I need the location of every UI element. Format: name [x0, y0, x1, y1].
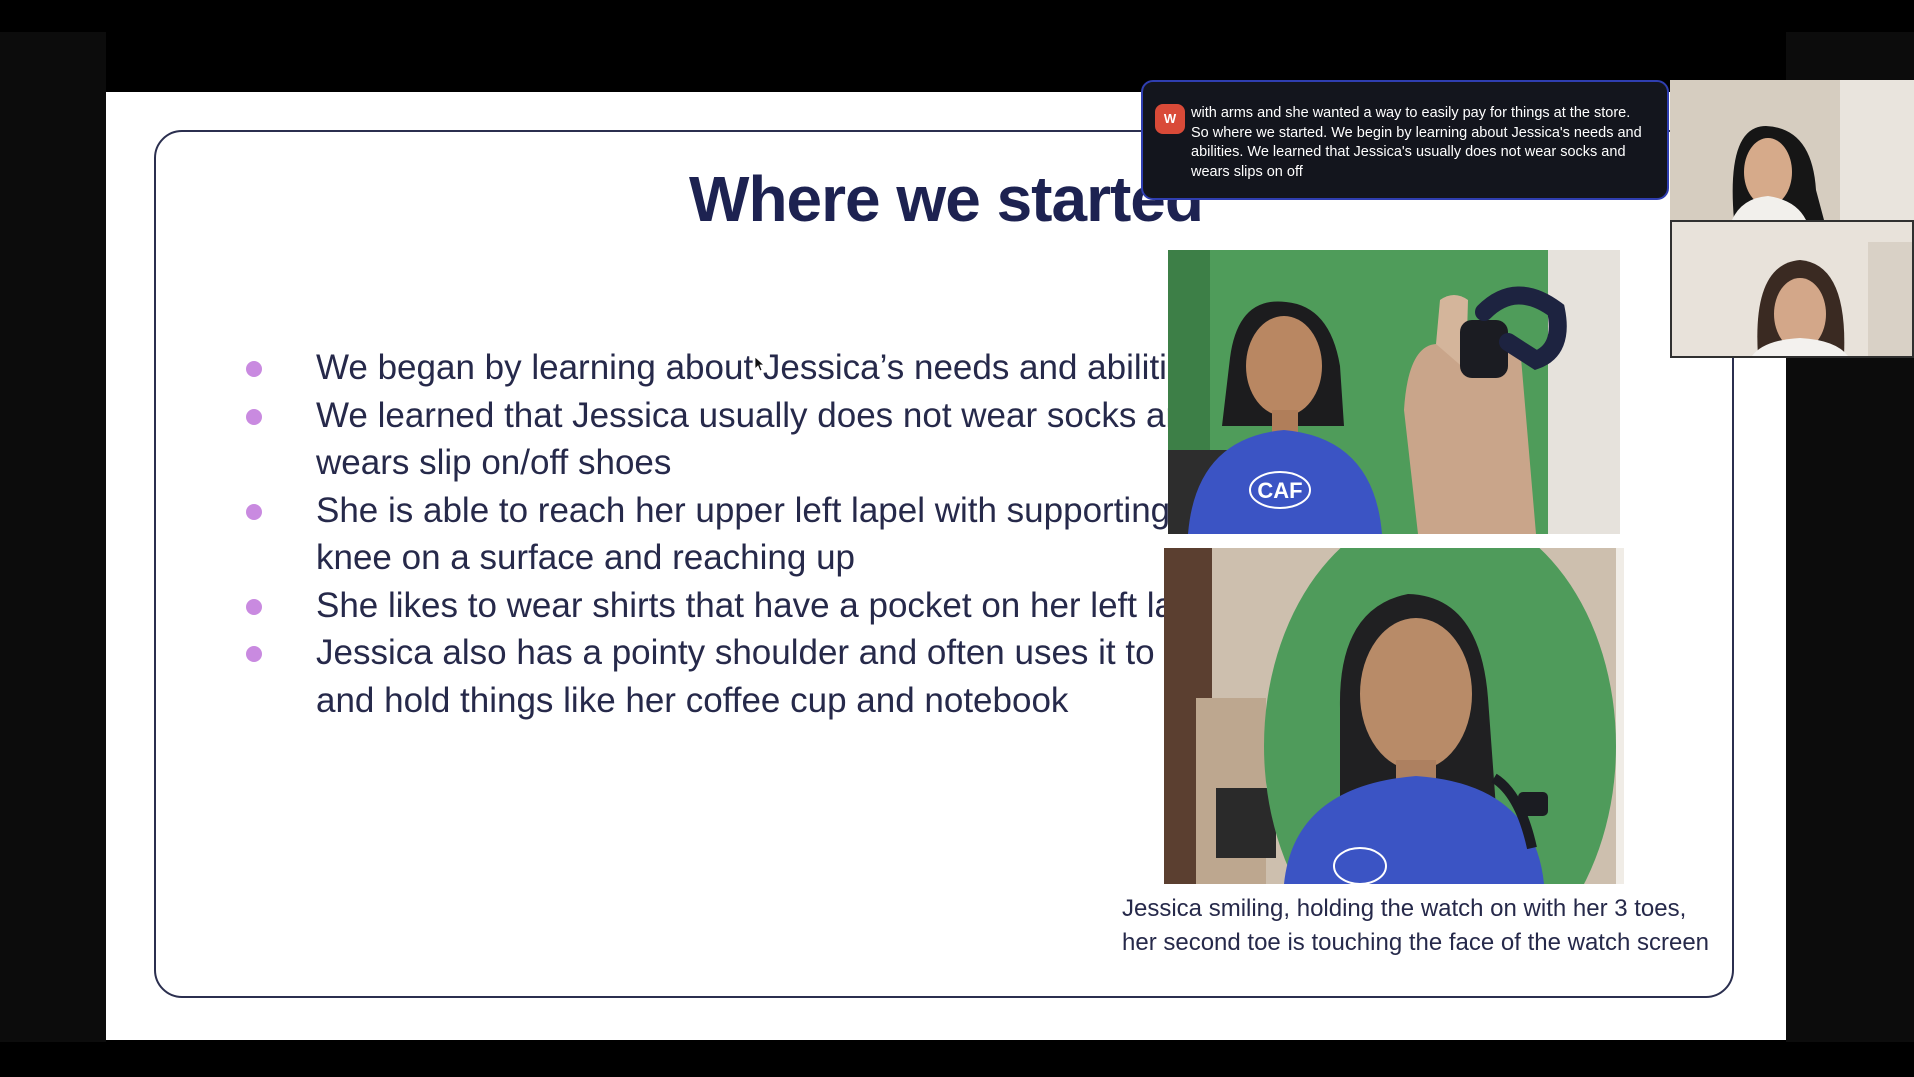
shirt-logo-text: CAF	[1257, 478, 1302, 503]
bullet-text: She likes to wear shirts that have a poc…	[316, 585, 1221, 625]
bullet-dot-icon	[246, 503, 262, 520]
bullet-list: We began by learning about Jessica’s nee…	[238, 344, 1248, 724]
participant-video-tile[interactable]	[1670, 220, 1914, 358]
photo-jessica-holding-watch: CAF	[1168, 250, 1620, 534]
photo-caption: Jessica smiling, holding the watch on wi…	[1122, 895, 1710, 956]
mouse-cursor-icon	[754, 356, 764, 372]
bullet-item: We learned that Jessica usually does not…	[238, 392, 1248, 487]
bullet-text: We learned that Jessica usually does not…	[316, 395, 1205, 483]
letterbox-left	[0, 32, 106, 1042]
bullet-dot-icon	[246, 361, 262, 377]
photo-jessica-wearing-watch	[1164, 548, 1624, 884]
bullet-item: Jessica also has a pointy shoulder and o…	[238, 629, 1248, 724]
bullet-text: Jessica also has a pointy shoulder and o…	[316, 633, 1235, 720]
live-caption-toast: W with arms and she wanted a way to easi…	[1141, 80, 1669, 200]
live-caption-text: with arms and she wanted a way to easily…	[1191, 105, 1642, 180]
bullet-dot-icon	[246, 408, 262, 425]
participant-video-icon	[1670, 80, 1914, 220]
speaker-avatar: W	[1155, 104, 1185, 134]
shared-slide: Where we started We began by learning ab…	[106, 92, 1786, 1040]
bullet-item: She is able to reach her upper left lape…	[238, 487, 1248, 582]
bullet-text: She is able to reach her upper left lape…	[316, 490, 1231, 578]
bullet-dot-icon	[246, 598, 262, 615]
bullet-dot-icon	[246, 646, 262, 662]
participant-video-icon	[1672, 222, 1912, 356]
bullet-item: She likes to wear shirts that have a poc…	[238, 582, 1248, 630]
bullet-item: We began by learning about Jessica’s nee…	[238, 344, 1248, 392]
participant-video-tile[interactable]	[1670, 80, 1914, 220]
